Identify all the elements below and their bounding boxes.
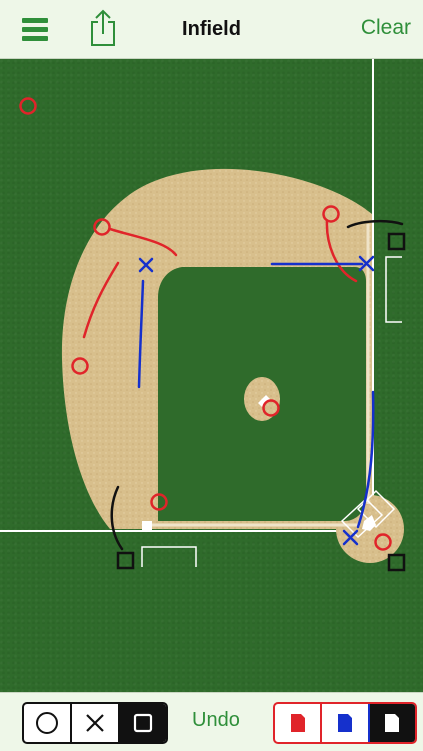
clear-button[interactable]: Clear (361, 16, 411, 40)
top-toolbar: Infield Clear (0, 0, 423, 59)
menu-icon-bar (22, 36, 48, 41)
blue-pen-icon (337, 714, 352, 732)
third-base (142, 521, 152, 531)
coach-box-first (385, 256, 402, 323)
black-pen-icon (385, 714, 400, 732)
circle-tool-button[interactable] (24, 704, 72, 742)
menu-icon (22, 18, 48, 23)
red-pen-icon (290, 714, 305, 732)
blue-pen-button[interactable] (322, 704, 370, 742)
menu-button[interactable] (20, 16, 50, 42)
black-square-marker (387, 232, 406, 251)
share-button[interactable] (86, 8, 120, 48)
coach-box-third (141, 546, 197, 567)
red-circle-marker (19, 97, 37, 115)
x-icon (86, 714, 104, 732)
field-diagram (0, 59, 406, 572)
undo-button[interactable]: Undo (192, 709, 240, 732)
square-icon (133, 713, 153, 733)
share-icon (91, 9, 115, 46)
menu-icon-bar (22, 27, 48, 32)
square-tool-button[interactable] (120, 704, 166, 742)
page-title: Infield (182, 18, 241, 40)
circle-icon (36, 712, 58, 734)
shape-selector (22, 702, 168, 744)
bottom-toolbar: Undo (0, 692, 423, 751)
red-pen-button[interactable] (275, 704, 323, 742)
black-square-marker (116, 551, 135, 570)
color-selector (273, 702, 417, 744)
black-square-marker (387, 553, 406, 572)
drawing-canvas[interactable] (0, 59, 423, 692)
black-pen-button[interactable] (369, 704, 415, 742)
x-tool-button[interactable] (72, 704, 120, 742)
